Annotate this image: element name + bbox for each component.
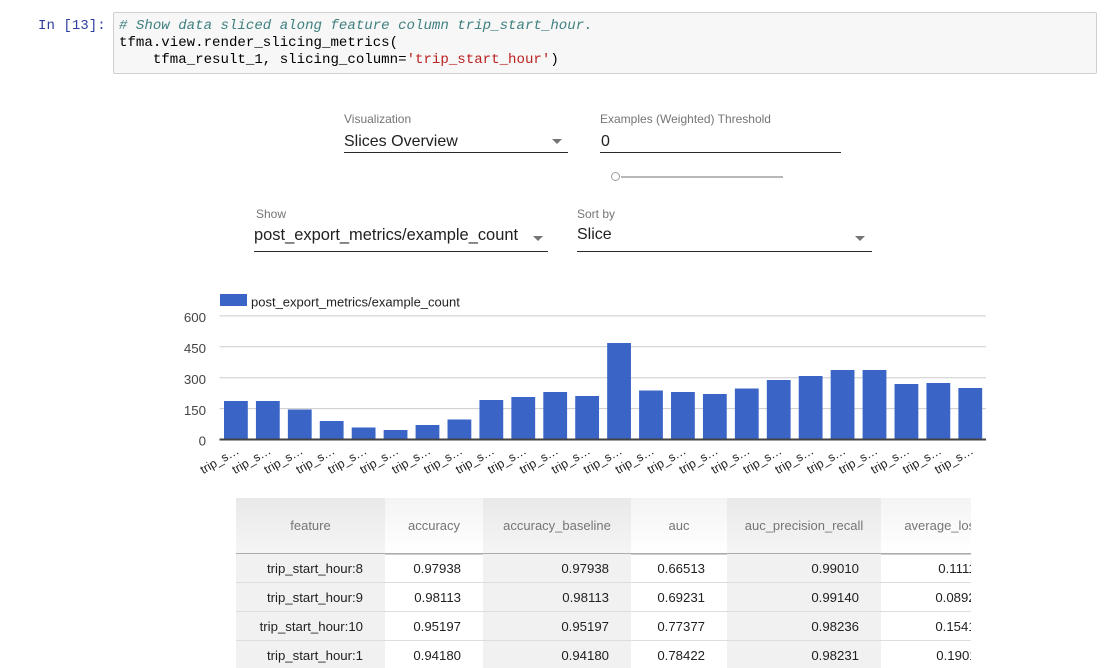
svg-text:150: 150 bbox=[184, 403, 206, 418]
svg-text:450: 450 bbox=[184, 341, 206, 356]
svg-text:post_export_metrics/example_co: post_export_metrics/example_count bbox=[251, 295, 460, 310]
svg-text:600: 600 bbox=[184, 310, 206, 325]
svg-text:0: 0 bbox=[199, 434, 206, 449]
svg-text:300: 300 bbox=[184, 372, 206, 387]
